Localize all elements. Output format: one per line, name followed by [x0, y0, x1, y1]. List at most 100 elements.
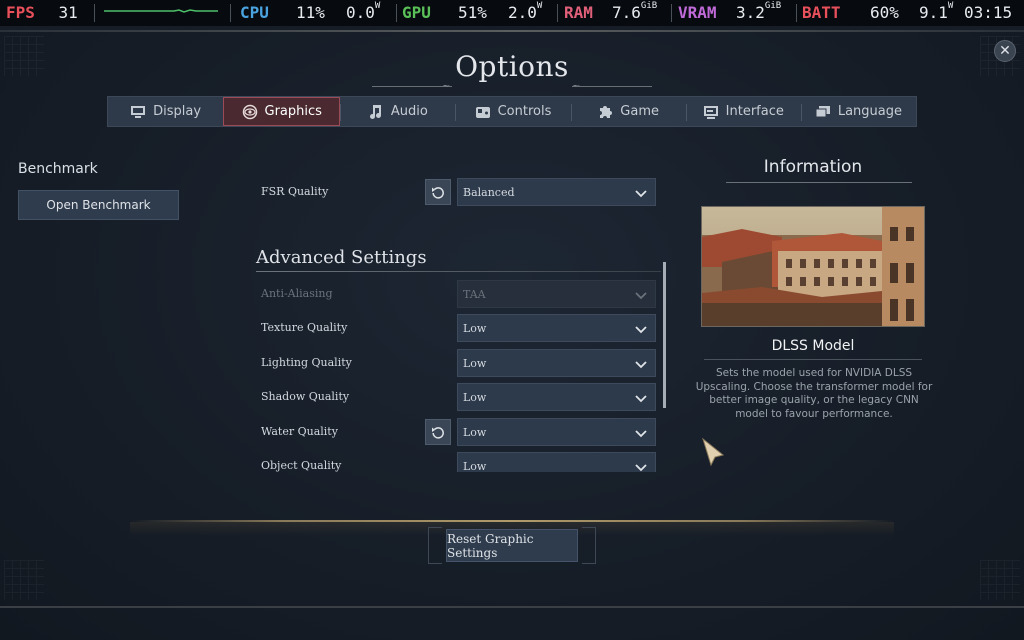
cpu-usage: 11% — [296, 3, 325, 22]
tab-label: Controls — [497, 104, 552, 119]
tab-language[interactable]: Language — [800, 97, 916, 126]
anti-aliasing-dropdown[interactable]: TAA — [457, 280, 656, 308]
page-title: Options — [455, 50, 569, 83]
chevron-down-icon — [635, 395, 647, 403]
gpu-usage: 51% — [458, 3, 487, 22]
information-heading: Information — [763, 157, 863, 177]
tab-label: Graphics — [264, 104, 322, 119]
tab-label: Game — [620, 104, 659, 119]
gamepad-icon — [475, 104, 491, 120]
corner-ornament — [980, 560, 1020, 600]
chevron-down-icon — [635, 464, 647, 472]
button-bracket — [428, 527, 442, 564]
battery-percent: 60% — [870, 3, 899, 22]
setting-label: Texture Quality — [261, 321, 348, 334]
tab-label: Interface — [725, 104, 784, 119]
battery-power: 9.1W — [919, 1, 954, 22]
title-divider — [572, 86, 652, 87]
tab-audio[interactable]: Audio — [340, 97, 455, 126]
mouse-cursor — [702, 437, 725, 467]
overlay-divider — [396, 4, 397, 22]
dropdown-value: TAA — [463, 288, 486, 301]
lighting-quality-dropdown[interactable]: Low — [457, 349, 656, 377]
performance-overlay: FPS 31 CPU 11% 0.0W GPU 51% 2.0W RAM 7.6… — [0, 0, 1024, 26]
heading-divider — [256, 271, 661, 272]
overlay-divider — [796, 4, 797, 22]
undo-icon — [432, 187, 444, 199]
title-bar: ~ Options ~ — [0, 50, 1024, 92]
setting-row-water-quality: Water Quality Low — [261, 418, 657, 446]
setting-label: Lighting Quality — [261, 356, 352, 369]
advanced-settings-heading: Advanced Settings — [256, 247, 427, 268]
tab-controls[interactable]: Controls — [455, 97, 570, 126]
screen-icon — [703, 104, 719, 120]
cpu-readout: CPU — [240, 3, 269, 22]
tab-label: Display — [153, 104, 202, 119]
footer-divider — [0, 606, 1024, 608]
dropdown-value: Low — [463, 322, 487, 335]
overlay-divider — [230, 4, 231, 22]
tab-display[interactable]: Display — [108, 97, 223, 126]
texture-quality-dropdown[interactable]: Low — [457, 314, 656, 342]
gpu-readout: GPU — [402, 3, 431, 22]
info-divider — [704, 359, 922, 360]
revert-button[interactable] — [425, 179, 451, 205]
reset-graphic-settings-button[interactable]: Reset Graphic Settings — [446, 529, 578, 562]
cpu-power: 0.0W — [346, 1, 381, 22]
music-note-icon — [368, 104, 384, 120]
dropdown-value: Low — [463, 391, 487, 404]
water-quality-dropdown[interactable]: Low — [457, 418, 656, 446]
setting-info-title: DLSS Model — [771, 338, 855, 354]
close-icon: ✕ — [999, 43, 1011, 59]
tab-interface[interactable]: Interface — [685, 97, 801, 126]
options-window: ~ Options ~ ✕ Display Graphics Audio — [0, 32, 1024, 640]
tab-label: Audio — [390, 104, 428, 119]
object-quality-dropdown[interactable]: Low — [457, 452, 656, 472]
chevron-down-icon — [635, 361, 647, 369]
tab-label: Language — [837, 104, 902, 119]
puzzle-icon — [597, 104, 613, 120]
vram-readout: VRAM — [678, 3, 717, 22]
setting-row-shadow-quality: Shadow Quality Low — [261, 383, 657, 411]
preview-image — [701, 206, 925, 327]
ram-readout: RAM — [564, 3, 593, 22]
dropdown-value: Low — [463, 357, 487, 370]
setting-row-fsr-quality: FSR Quality Balanced — [261, 178, 657, 206]
settings-list: FSR Quality Balanced Advanced Settings A… — [252, 174, 670, 472]
dropdown-value: Low — [463, 460, 487, 472]
benchmark-heading: Benchmark — [18, 161, 98, 177]
undo-icon — [432, 427, 444, 439]
open-benchmark-button[interactable]: Open Benchmark — [18, 190, 179, 220]
monitor-icon — [130, 104, 146, 120]
title-divider — [372, 86, 452, 87]
eye-icon — [242, 104, 258, 120]
setting-label: Object Quality — [261, 459, 342, 472]
tab-graphics[interactable]: Graphics — [223, 97, 341, 126]
fsr-quality-dropdown[interactable]: Balanced — [457, 178, 656, 206]
chevron-down-icon — [635, 190, 647, 198]
fps-graph — [104, 9, 218, 13]
dropdown-value: Balanced — [463, 186, 515, 199]
setting-row-object-quality: Object Quality Low — [261, 452, 657, 472]
setting-label: FSR Quality — [261, 185, 329, 198]
setting-label: Water Quality — [261, 425, 338, 438]
clock: 03:15 — [964, 3, 1013, 22]
setting-label: Anti-Aliasing — [261, 287, 333, 300]
setting-label: Shadow Quality — [261, 390, 350, 403]
button-bracket — [582, 527, 596, 564]
setting-row-anti-aliasing: Anti-Aliasing TAA — [261, 280, 657, 308]
settings-scrollbar[interactable] — [663, 262, 666, 408]
ram-value: 7.6GiB — [612, 1, 658, 22]
setting-row-texture-quality: Texture Quality Low — [261, 314, 657, 342]
chevron-down-icon — [635, 430, 647, 438]
revert-button[interactable] — [425, 419, 451, 445]
vram-value: 3.2GiB — [736, 1, 782, 22]
city-scene-image — [702, 207, 924, 326]
shadow-quality-dropdown[interactable]: Low — [457, 383, 656, 411]
close-button[interactable]: ✕ — [994, 40, 1016, 62]
tab-game[interactable]: Game — [570, 97, 686, 126]
setting-row-lighting-quality: Lighting Quality Low — [261, 349, 657, 377]
fps-readout: FPS 31 — [6, 3, 78, 22]
gpu-power: 2.0W — [508, 1, 543, 22]
title-ornament: ~ — [442, 81, 451, 92]
